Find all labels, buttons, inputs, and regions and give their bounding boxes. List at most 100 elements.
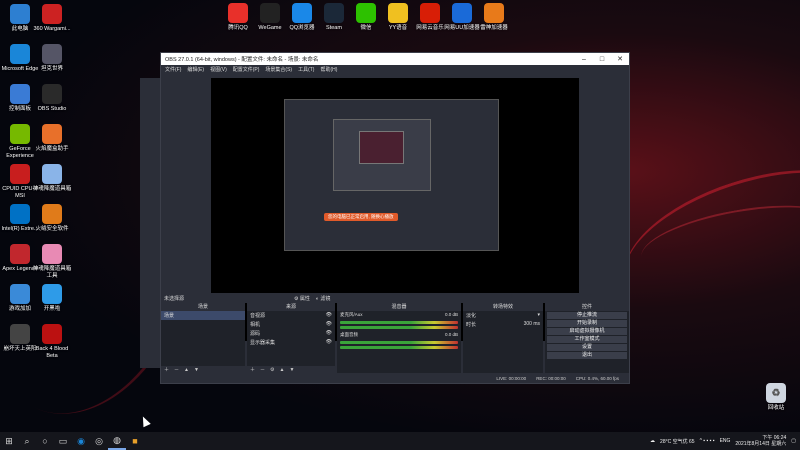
wechat-icon xyxy=(356,3,376,23)
channel-db: 0.0 dB xyxy=(444,312,458,317)
menu-item[interactable]: 场景集合(S) xyxy=(265,66,292,73)
control-button[interactable]: 开始录制 xyxy=(547,320,627,327)
close-button[interactable]: ✕ xyxy=(611,55,629,63)
steam-taskbar-icon[interactable]: ◎ xyxy=(90,432,108,450)
filters-button[interactable]: ◐ 滤镜 xyxy=(316,295,330,302)
remove-icon[interactable]: － xyxy=(174,366,179,373)
menu-item[interactable]: 工具(T) xyxy=(298,66,314,73)
clock[interactable]: 下午 06:24 2021年8月14日 星期六 xyxy=(735,435,786,447)
desktop-icon-label: OBS Studio xyxy=(37,106,67,112)
weather-text[interactable]: 28°C 空气优 65 xyxy=(660,438,695,445)
volume-meter[interactable] xyxy=(340,346,458,349)
menu-item[interactable]: 视图(V) xyxy=(210,66,227,73)
menu-item[interactable]: 配置文件(P) xyxy=(233,66,260,73)
search-icon[interactable]: ⌕ xyxy=(18,432,36,450)
menu-item[interactable]: 帮助(H) xyxy=(320,66,337,73)
volume-meter[interactable] xyxy=(340,321,458,324)
recycle-bin[interactable]: ♻ 回收站 xyxy=(756,383,796,412)
properties-label: 属性 xyxy=(299,295,310,302)
volume-meter[interactable] xyxy=(340,341,458,344)
eye-icon[interactable]: 👁 xyxy=(326,339,332,346)
scenes-dock: 场景 场景 ＋ － ▲ ▼ xyxy=(161,303,245,373)
desktop-icon[interactable]: Back 4 Blood Beta xyxy=(32,324,72,359)
app-taskbar-icon[interactable]: ■ xyxy=(126,432,144,450)
properties-button[interactable]: ⚙ 属性 xyxy=(294,295,310,302)
filters-label: 滤镜 xyxy=(320,295,331,302)
eye-icon[interactable]: 👁 xyxy=(326,330,332,337)
language-indicator[interactable]: ENG xyxy=(720,438,731,444)
menu-item[interactable]: 文件(F) xyxy=(165,66,181,73)
notification-icon[interactable]: ▢ xyxy=(791,438,796,444)
control-button[interactable]: 启动虚拟摄像机 xyxy=(547,328,627,335)
weather-icon: ☁ xyxy=(650,438,656,444)
control-button[interactable]: 停止推流 xyxy=(547,312,627,319)
desktop-icon-label: 360 Wargami... xyxy=(33,26,71,32)
source-item[interactable]: 显示器采集 👁 xyxy=(247,338,335,347)
desktop-icon-label: 火焰魔盒助手 xyxy=(35,146,69,152)
gear-icon[interactable]: ⚙ xyxy=(270,367,274,373)
no-source-label: 未选择源 xyxy=(164,295,185,302)
duration-field[interactable]: 时长 300 ms xyxy=(463,320,543,329)
eye-icon[interactable]: 👁 xyxy=(326,312,332,319)
control-button[interactable]: 退出 xyxy=(547,352,627,359)
transition-type-select[interactable]: 淡化 ▾ xyxy=(463,311,543,320)
down-icon[interactable]: ▼ xyxy=(194,367,199,373)
obs-window[interactable]: OBS 27.0.1 (64-bit, windows) - 配置文件: 未命名… xyxy=(160,52,630,384)
scenes-footer: ＋ － ▲ ▼ xyxy=(161,366,245,373)
maximize-button[interactable]: □ xyxy=(593,56,611,63)
source-item[interactable]: 音视源 👁 xyxy=(247,311,335,320)
uu-icon xyxy=(452,3,472,23)
menu-item[interactable]: 编辑(E) xyxy=(187,66,204,73)
eye-icon[interactable]: 👁 xyxy=(326,321,332,328)
background-obs-window[interactable] xyxy=(140,78,162,368)
desktop-icon[interactable]: OBS Studio xyxy=(32,84,72,113)
geforce-icon xyxy=(10,124,30,144)
duration-value: 300 ms xyxy=(523,321,540,327)
title-bar[interactable]: OBS 27.0.1 (64-bit, windows) - 配置文件: 未命名… xyxy=(161,53,629,65)
controls-title: 控件 xyxy=(545,303,629,311)
channel-name: 桌面音频 xyxy=(340,332,358,337)
down-icon[interactable]: ▼ xyxy=(289,367,294,373)
desktop-icon[interactable]: 神魂降魔道具箱 xyxy=(32,164,72,193)
up-icon[interactable]: ▲ xyxy=(184,367,189,373)
tray-icons[interactable]: ^ ▪ ▪ ▪ ▪ xyxy=(700,438,715,444)
add-icon[interactable]: ＋ xyxy=(164,366,169,373)
volume-meter[interactable] xyxy=(340,326,458,329)
remove-icon[interactable]: － xyxy=(260,366,265,373)
edge-taskbar-icon[interactable]: ◉ xyxy=(72,432,90,450)
control-button[interactable]: 工作室模式 xyxy=(547,336,627,343)
desktop-icon[interactable]: 雷神加速器 xyxy=(474,3,514,32)
desktop-icon[interactable]: 神魂降魔道具箱工具 xyxy=(32,244,72,279)
scene-item[interactable]: 场景 xyxy=(161,311,245,320)
source-label: 相机 xyxy=(250,322,261,328)
file-explorer-icon[interactable]: ▭ xyxy=(54,432,72,450)
mixer-dock: 混音器 麦克风/Aux 0.0 dB 桌面音频 0.0 dB xyxy=(337,303,461,373)
source-item[interactable]: 源码 👁 xyxy=(247,329,335,338)
control-panel-icon xyxy=(10,84,30,104)
up-icon[interactable]: ▲ xyxy=(280,367,285,373)
control-button[interactable]: 设置 xyxy=(547,344,627,351)
docks: 场景 场景 ＋ － ▲ ▼ 来源 音视源 👁 相机 👁 源码 👁 显示器采集 👁 ＋ － ⚙ ▲ ▼ 混音器… xyxy=(161,303,629,373)
notification-toast: 您的电脑已正常启用, 随换心播放 xyxy=(324,213,398,221)
add-icon[interactable]: ＋ xyxy=(250,366,255,373)
qq-icon xyxy=(228,3,248,23)
minimize-button[interactable]: – xyxy=(575,56,593,63)
source-item[interactable]: 相机 👁 xyxy=(247,320,335,329)
intel-icon xyxy=(10,204,30,224)
obs-icon xyxy=(42,84,62,104)
desktop-icon[interactable]: 360 Wargami... xyxy=(32,4,72,33)
obs-taskbar-icon[interactable]: ◍ xyxy=(108,432,126,450)
start-button[interactable]: ⊞ xyxy=(0,432,18,450)
rec-status: REC: 00:00:00 xyxy=(536,375,566,381)
desktop-icon[interactable]: 火焰魔盒助手 xyxy=(32,124,72,153)
scenes-title: 场景 xyxy=(161,303,245,311)
desktop-icon[interactable]: 开黑啦 xyxy=(32,284,72,313)
mouse-cursor xyxy=(139,414,151,428)
desktop-icon[interactable]: 火绒安全软件 xyxy=(32,204,72,233)
desktop-icon-label: 坦克世界 xyxy=(40,66,63,72)
task-view-icon[interactable]: ○ xyxy=(36,432,54,450)
desktop-icon[interactable]: 坦克世界 xyxy=(32,44,72,73)
transitions-dock: 转场特效 淡化 ▾ 时长 300 ms xyxy=(463,303,543,373)
controls-dock: 控件 停止推流 开始录制 启动虚拟摄像机 工作室模式 设置 退出 xyxy=(545,303,629,373)
duration-label: 时长 xyxy=(466,322,477,328)
